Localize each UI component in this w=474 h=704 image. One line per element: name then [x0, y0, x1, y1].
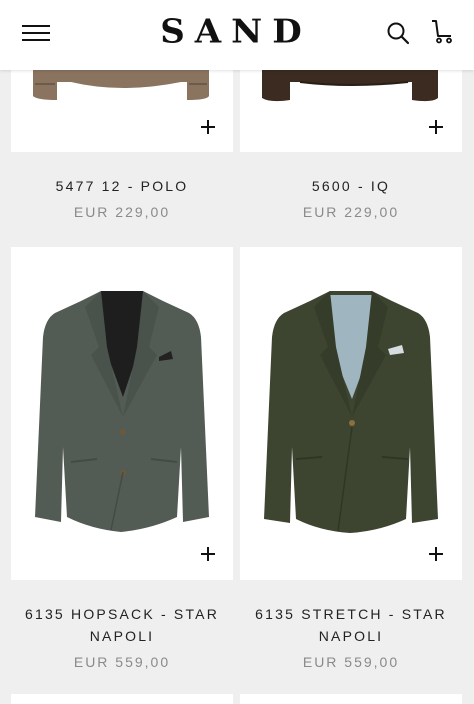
site-header: SAND — [0, 0, 474, 70]
add-to-cart-plus-icon[interactable] — [425, 543, 447, 565]
product-image-hopsack-blazer[interactable] — [11, 247, 233, 547]
add-to-cart-plus-icon[interactable] — [425, 116, 447, 138]
search-icon[interactable] — [386, 21, 410, 45]
shopping-cart-icon[interactable] — [429, 19, 455, 45]
product-title-line: NAPOLI — [89, 628, 155, 644]
product-image-stretch-blazer[interactable] — [240, 247, 462, 547]
product-title[interactable]: 5600 - IQ — [240, 175, 462, 197]
product-title-line: NAPOLI — [318, 628, 384, 644]
product-card[interactable] — [240, 247, 462, 580]
product-price: EUR 559,00 — [302, 654, 400, 670]
site-logo[interactable]: SAND — [116, 15, 356, 49]
product-price: EUR 229,00 — [73, 204, 171, 220]
product-card[interactable] — [11, 694, 233, 704]
hamburger-menu-icon[interactable] — [22, 24, 50, 42]
product-title[interactable]: 6135 STRETCH - STAR NAPOLI — [240, 603, 462, 647]
product-price: EUR 229,00 — [302, 204, 400, 220]
product-title-line: 6135 STRETCH - STAR — [255, 606, 447, 622]
product-title-line: 6135 HOPSACK - STAR — [24, 606, 220, 622]
add-to-cart-plus-icon[interactable] — [197, 116, 219, 138]
product-card[interactable] — [11, 247, 233, 580]
product-title[interactable]: 6135 HOPSACK - STAR NAPOLI — [11, 603, 233, 647]
add-to-cart-plus-icon[interactable] — [197, 543, 219, 565]
product-title[interactable]: 5477 12 - POLO — [11, 175, 233, 197]
product-card[interactable] — [240, 694, 462, 704]
product-price: EUR 559,00 — [73, 654, 171, 670]
